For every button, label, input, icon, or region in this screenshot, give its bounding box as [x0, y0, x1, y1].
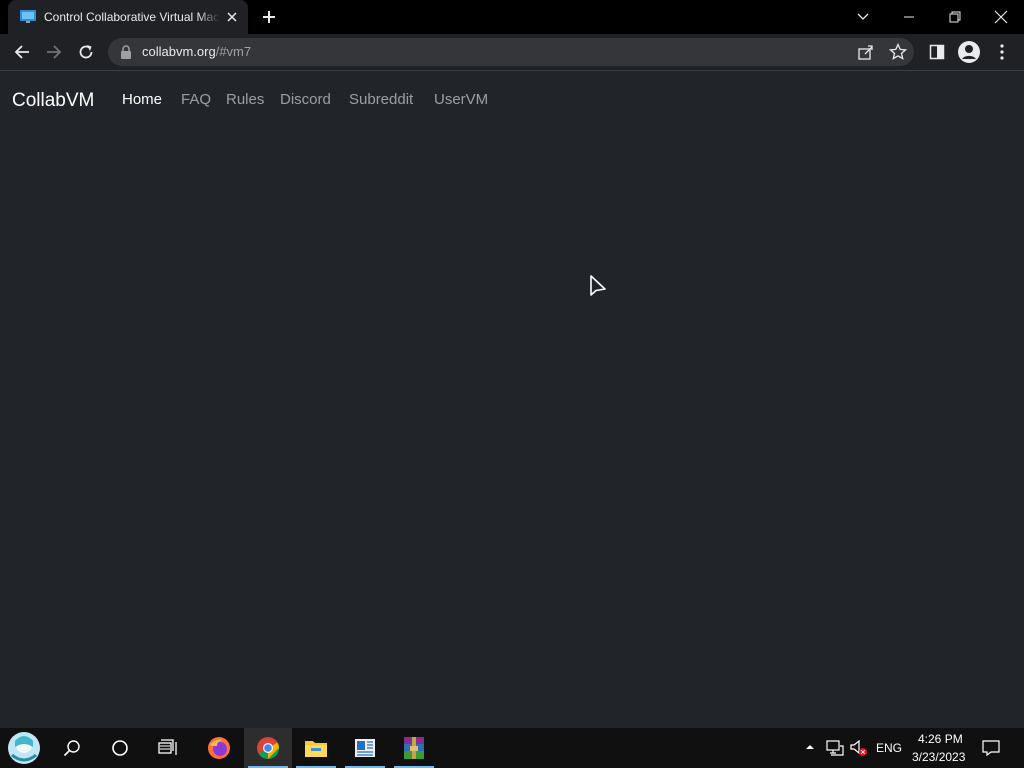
taskbar-winrar[interactable] — [390, 728, 438, 768]
url-text: collabvm.org/#vm7 — [142, 44, 251, 60]
nav-link-discord[interactable]: Discord — [280, 91, 331, 109]
close-tab-icon[interactable] — [224, 9, 240, 25]
nav-link-uservm[interactable]: UserVM — [434, 91, 488, 109]
navbar-brand[interactable]: CollabVM — [12, 90, 94, 112]
restore-icon — [949, 11, 961, 23]
menu-button[interactable] — [990, 40, 1014, 64]
arrow-left-icon — [14, 45, 29, 59]
file-explorer-icon — [305, 741, 327, 757]
forward-button[interactable] — [42, 40, 66, 64]
minimize-button[interactable] — [897, 5, 921, 29]
nav-link-faq[interactable]: FAQ — [181, 91, 211, 109]
tab-search-button[interactable] — [851, 5, 875, 29]
profile-avatar-icon — [958, 41, 980, 63]
nav-link-home[interactable]: Home — [122, 91, 162, 109]
page-content: CollabVM Home FAQ Rules Discord Subreddi… — [0, 71, 1024, 728]
close-window-button[interactable] — [989, 5, 1013, 29]
mouse-cursor-icon — [590, 275, 606, 296]
news-icon — [355, 739, 375, 757]
start-icon — [8, 732, 40, 764]
reload-button[interactable] — [74, 40, 98, 64]
chevron-down-icon — [857, 13, 869, 20]
tab-title: Control Collaborative Virtual Machines! — [44, 9, 220, 25]
show-hidden-icons-icon[interactable] — [805, 743, 815, 751]
bookmark-star-icon[interactable] — [889, 43, 907, 61]
task-view-button[interactable] — [144, 728, 192, 768]
browser-toolbar: collabvm.org/#vm7 — [0, 34, 1024, 71]
restore-button[interactable] — [943, 5, 967, 29]
network-icon[interactable] — [826, 740, 844, 756]
taskbar-search-button[interactable] — [48, 728, 96, 768]
close-icon — [994, 10, 1008, 24]
share-icon[interactable] — [857, 43, 875, 61]
start-button[interactable] — [0, 728, 48, 768]
taskbar-file-explorer[interactable] — [292, 728, 340, 768]
minimize-icon — [904, 16, 914, 18]
clock-time[interactable]: 4:26 PM — [918, 732, 963, 746]
taskbar-firefox[interactable] — [195, 728, 243, 768]
chrome-icon — [257, 737, 279, 759]
new-tab-icon[interactable] — [260, 8, 278, 26]
side-panel-button[interactable] — [925, 40, 949, 64]
volume-muted-icon[interactable] — [849, 739, 869, 757]
profile-button[interactable] — [957, 40, 981, 64]
address-bar[interactable]: collabvm.org/#vm7 — [108, 38, 914, 66]
windows-taskbar: ENG 4:26 PM 3/23/2023 — [0, 728, 1024, 768]
browser-titlebar: Control Collaborative Virtual Machines! — [0, 0, 1024, 34]
task-view-icon — [158, 739, 177, 755]
taskbar-news-app[interactable] — [341, 728, 389, 768]
url-host: collabvm.org — [142, 44, 216, 59]
taskbar-chrome[interactable] — [244, 728, 292, 768]
side-panel-icon — [929, 44, 945, 60]
action-center-icon[interactable] — [982, 739, 1000, 757]
winrar-icon — [404, 737, 424, 759]
lock-icon[interactable] — [120, 45, 132, 59]
monitor-favicon-icon — [20, 10, 36, 23]
cortana-button[interactable] — [96, 728, 144, 768]
nav-link-rules[interactable]: Rules — [226, 91, 264, 109]
cortana-icon — [112, 740, 128, 756]
firefox-icon — [208, 737, 230, 759]
browser-tab[interactable]: Control Collaborative Virtual Machines! — [8, 0, 248, 34]
clock-date[interactable]: 3/23/2023 — [912, 750, 965, 764]
more-vert-icon — [1000, 44, 1004, 60]
url-path: /#vm7 — [215, 44, 252, 59]
nav-link-subreddit[interactable]: Subreddit — [349, 91, 413, 109]
reload-icon — [79, 45, 93, 59]
search-icon — [63, 740, 80, 757]
back-button[interactable] — [10, 40, 34, 64]
input-language[interactable]: ENG — [876, 741, 902, 755]
arrow-right-icon — [47, 45, 62, 59]
